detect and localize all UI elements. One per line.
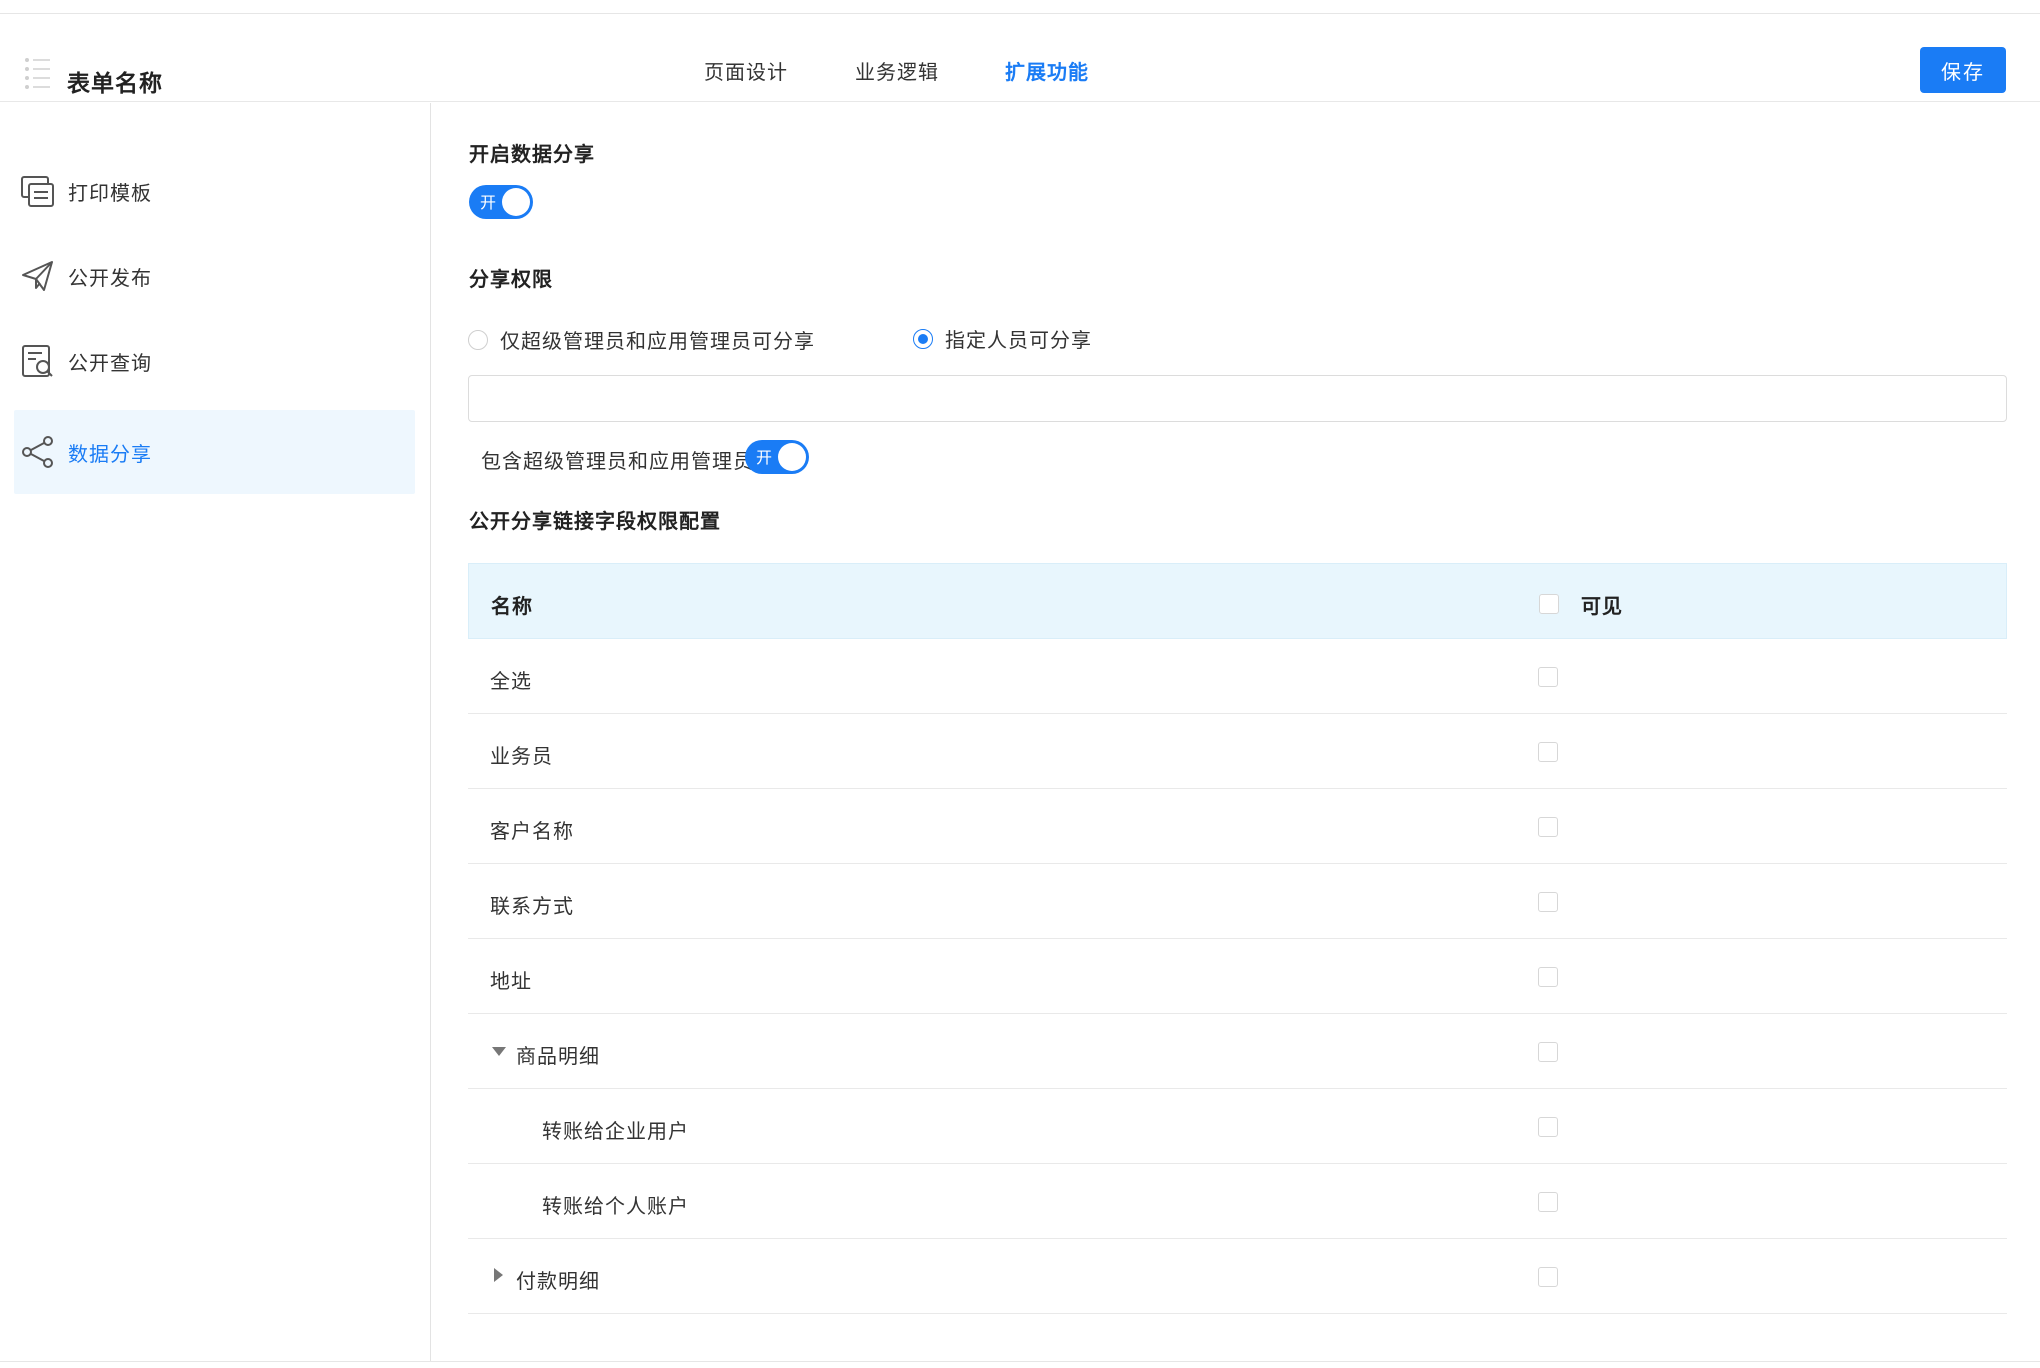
query-icon <box>22 345 53 377</box>
row-name: 转账给企业用户 <box>542 1119 689 1143</box>
row-name: 转账给个人账户 <box>542 1194 689 1218</box>
table-row-child: 转账给企业用户 <box>468 1089 2007 1164</box>
row-name: 地址 <box>490 969 532 993</box>
row-visible-checkbox[interactable] <box>1538 817 1558 837</box>
toggle-knob <box>778 443 806 471</box>
app-frame: 表单名称 页面设计 业务逻辑 扩展功能 保存 打印模板 公开发布 公开查询 数据… <box>0 0 2040 1368</box>
row-name: 联系方式 <box>490 894 574 918</box>
expand-caret-icon[interactable] <box>494 1268 503 1282</box>
row-visible-checkbox[interactable] <box>1538 967 1558 987</box>
top-border <box>0 0 2040 14</box>
share-permission-title: 分享权限 <box>469 267 553 291</box>
collapse-caret-icon[interactable] <box>492 1047 506 1056</box>
row-visible-checkbox[interactable] <box>1538 1042 1558 1062</box>
sidebar-item-print-template[interactable]: 打印模板 <box>14 149 415 233</box>
table-header: 名称 可见 <box>468 563 2007 639</box>
tab-extensions[interactable]: 扩展功能 <box>1005 56 1089 85</box>
radio-circle <box>468 329 488 350</box>
row-name: 客户名称 <box>490 819 574 843</box>
include-admin-toggle[interactable]: 开 <box>745 440 809 474</box>
table-row: 全选 <box>468 639 2007 714</box>
enable-share-title: 开启数据分享 <box>469 142 595 166</box>
table-row: 地址 <box>468 939 2007 1014</box>
table-row: 业务员 <box>468 714 2007 789</box>
header: 表单名称 页面设计 业务逻辑 扩展功能 保存 <box>0 14 2040 102</box>
row-name: 付款明细 <box>516 1269 600 1293</box>
main-content: 开启数据分享 开 分享权限 仅超级管理员和应用管理员可分享 指定人员可分享 包含… <box>432 103 2007 1361</box>
table-row-group: 商品明细 <box>468 1014 2007 1089</box>
row-visible-checkbox[interactable] <box>1538 667 1558 687</box>
sidebar-item-label: 数据分享 <box>68 441 152 466</box>
row-name: 商品明细 <box>516 1044 600 1068</box>
radio-circle <box>913 328 933 349</box>
row-visible-checkbox[interactable] <box>1538 742 1558 762</box>
sidebar-item-label: 公开发布 <box>68 265 152 290</box>
sidebar-item-data-share[interactable]: 数据分享 <box>14 410 415 494</box>
specified-users-input[interactable] <box>468 375 2007 422</box>
row-visible-checkbox[interactable] <box>1538 1117 1558 1137</box>
share-icon <box>22 436 53 468</box>
table-row-child: 转账给个人账户 <box>468 1164 2007 1239</box>
sidebar-item-label: 公开查询 <box>68 350 152 375</box>
column-name-header: 名称 <box>491 594 533 618</box>
toggle-text: 开 <box>480 193 497 212</box>
sidebar-item-public-publish[interactable]: 公开发布 <box>14 234 415 318</box>
save-button[interactable]: 保存 <box>1920 47 2006 93</box>
table-row-group: 付款明细 <box>468 1239 2007 1314</box>
radio-label: 指定人员可分享 <box>945 328 1092 352</box>
enable-share-toggle[interactable]: 开 <box>469 185 533 219</box>
field-permission-table: 名称 可见 全选 业务员 客户名称 联系方式 地址 商品明细 转账给企业用户 转… <box>468 563 2007 1314</box>
field-permission-title: 公开分享链接字段权限配置 <box>469 509 721 533</box>
row-visible-checkbox[interactable] <box>1538 1192 1558 1212</box>
print-template-icon <box>21 176 54 207</box>
toggle-text: 开 <box>756 448 773 467</box>
tab-page-design[interactable]: 页面设计 <box>704 56 788 85</box>
toggle-knob <box>502 188 530 216</box>
radio-admin-only[interactable]: 仅超级管理员和应用管理员可分享 <box>468 325 815 354</box>
column-visible-header: 可见 <box>1581 594 1623 618</box>
row-name: 业务员 <box>490 744 553 768</box>
bottom-border <box>0 1361 2040 1362</box>
top-tabs: 页面设计 业务逻辑 扩展功能 <box>0 14 2040 102</box>
row-name: 全选 <box>490 669 532 693</box>
sidebar-item-public-query[interactable]: 公开查询 <box>14 319 415 403</box>
row-visible-checkbox[interactable] <box>1538 892 1558 912</box>
radio-specified-users[interactable]: 指定人员可分享 <box>913 324 1092 353</box>
table-row: 客户名称 <box>468 789 2007 864</box>
sidebar: 打印模板 公开发布 公开查询 数据分享 <box>0 103 431 1361</box>
include-admin-label: 包含超级管理员和应用管理员 <box>481 449 754 473</box>
tab-business-logic[interactable]: 业务逻辑 <box>855 56 939 85</box>
radio-label: 仅超级管理员和应用管理员可分享 <box>500 329 815 353</box>
sidebar-item-label: 打印模板 <box>68 180 152 205</box>
header-select-all-checkbox[interactable] <box>1539 594 1559 614</box>
table-row: 联系方式 <box>468 864 2007 939</box>
row-visible-checkbox[interactable] <box>1538 1267 1558 1287</box>
send-icon <box>22 261 53 291</box>
